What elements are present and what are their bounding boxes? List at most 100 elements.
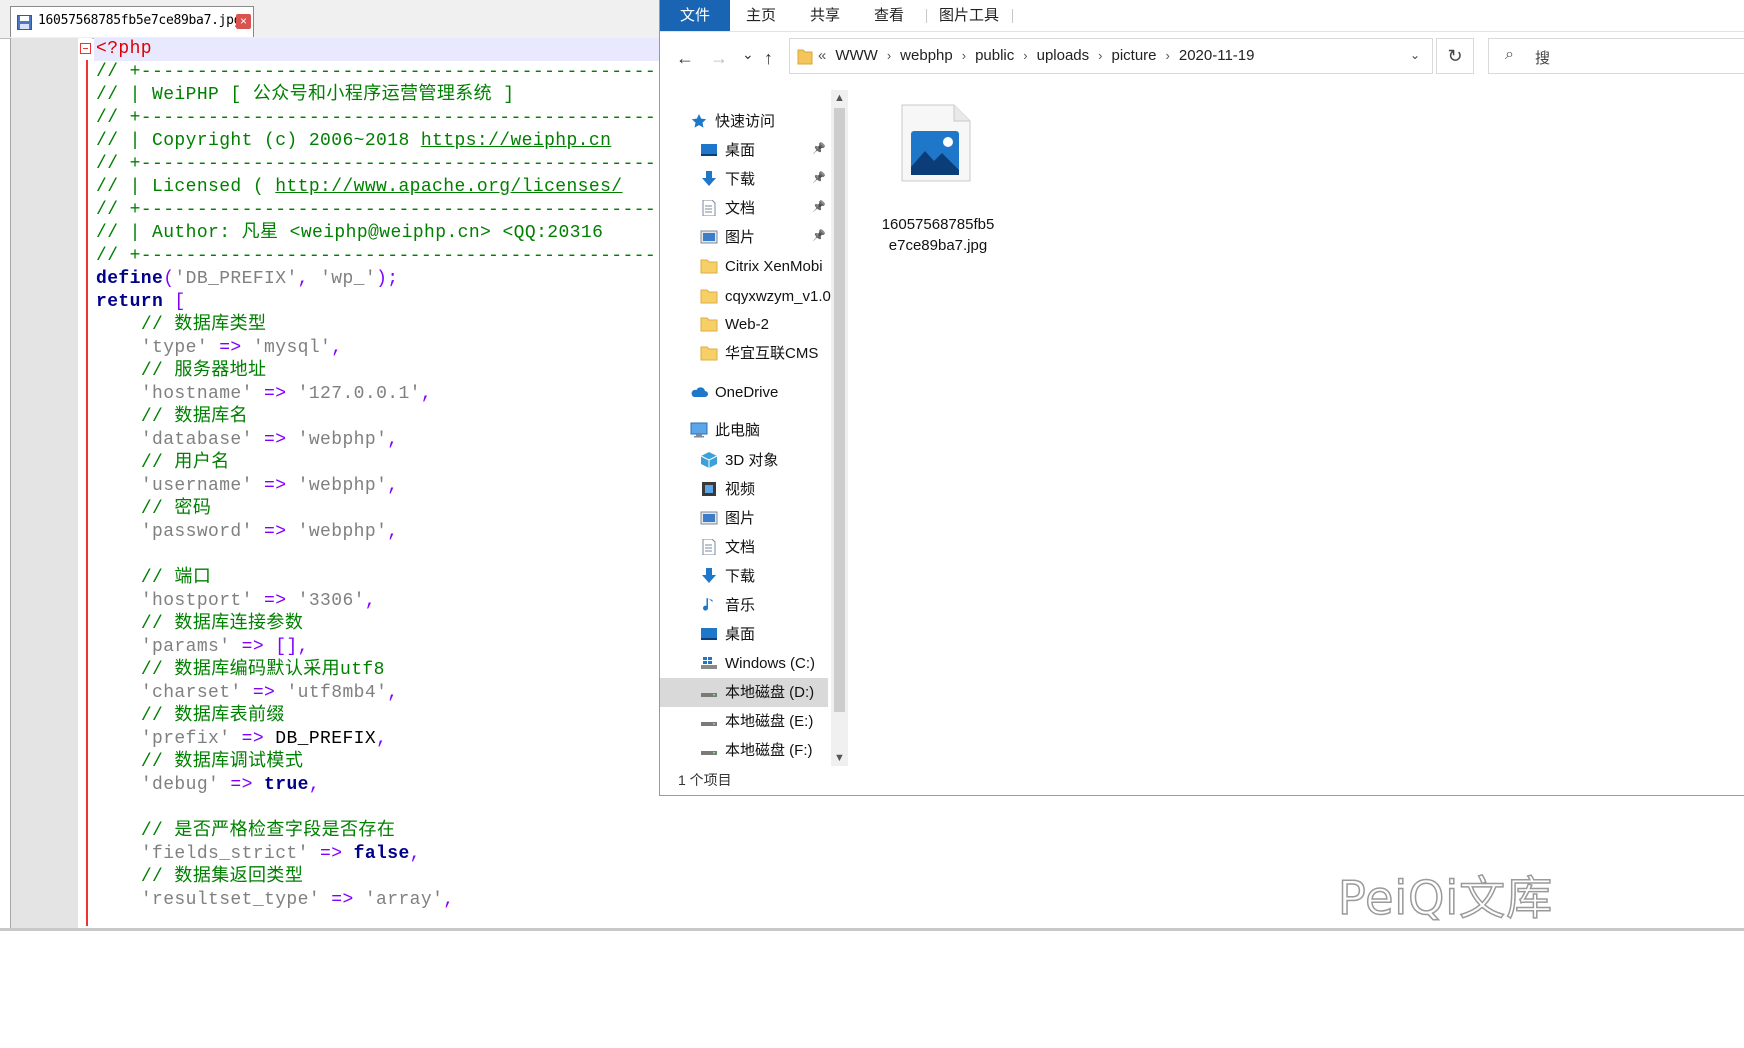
scroll-down-icon[interactable]: ▼ — [834, 752, 845, 764]
breadcrumb-item[interactable]: webphp — [900, 47, 953, 64]
nav-item[interactable]: 此电脑 — [660, 416, 828, 445]
code-text: // | WeiPHP [ 公众号和小程序运营管理系统 ] — [96, 84, 514, 107]
breadcrumb-item[interactable]: public — [975, 47, 1014, 64]
nav-item[interactable]: 下载 📌 — [660, 165, 828, 194]
nav-item[interactable]: cqyxwzym_v1.0 — [660, 282, 831, 311]
scrollbar-thumb[interactable] — [834, 108, 845, 712]
code-line[interactable]: 34 — [94, 797, 1744, 820]
refresh-icon[interactable]: ↻ — [1436, 38, 1474, 74]
ribbon-tab-file[interactable]: 文件 — [660, 0, 730, 31]
code-token: 'database' — [140, 430, 253, 450]
document-icon — [700, 199, 718, 217]
navigation-pane-scrollbar[interactable]: ▲ ▼ — [831, 90, 848, 766]
code-token: , — [331, 338, 343, 358]
file-item[interactable]: 16057568785fb5e7ce89ba7.jpg — [878, 100, 998, 260]
code-token: , — [297, 269, 321, 289]
code-text: return [ — [96, 291, 186, 314]
code-token: <?php — [96, 39, 153, 59]
ribbon-tab-view[interactable]: 查看 — [860, 0, 918, 31]
breadcrumb-item[interactable]: uploads — [1037, 47, 1090, 64]
code-token: // 密码 — [140, 499, 212, 519]
code-token: , — [387, 683, 399, 703]
code-token: => — [241, 683, 287, 703]
address-dropdown-chevron-icon[interactable]: ⌄ — [1410, 48, 1420, 62]
nav-item[interactable]: OneDrive — [660, 378, 828, 407]
code-token: , — [387, 522, 399, 542]
address-bar[interactable]: « WWW › webphp › public › uploads › picture › 2020-… — [789, 38, 1433, 74]
breadcrumb: « WWW › webphp › public › uploads › picture › 2020-… — [818, 39, 1255, 73]
nav-item-label: Windows (C:) — [725, 655, 816, 672]
nav-item-label: 华宜互联CMS — [725, 345, 819, 362]
ribbon-separator — [926, 9, 927, 23]
fold-line — [86, 60, 88, 926]
star-icon — [690, 113, 708, 129]
code-text: // 数据库名 — [96, 406, 248, 429]
code-token: 'mysql' — [252, 338, 332, 358]
close-tab-icon[interactable]: × — [236, 14, 251, 29]
nav-item[interactable]: 图片 📌 — [660, 223, 828, 252]
nav-item[interactable]: 桌面 — [660, 620, 828, 649]
code-token: => — [219, 775, 265, 795]
nav-item[interactable]: 桌面 📌 — [660, 136, 828, 165]
back-arrow-icon[interactable]: ← — [676, 48, 694, 68]
nav-item[interactable]: Windows (C:) — [660, 649, 828, 678]
nav-item[interactable]: 华宜互联CMS — [660, 339, 828, 368]
nav-item[interactable]: 图片 — [660, 504, 828, 533]
editor-tab-title: 16057568785fb5e7ce89ba7.jpg — [38, 13, 242, 28]
code-token: , — [443, 890, 455, 910]
breadcrumb-chevron-icon[interactable]: › — [887, 48, 891, 63]
scroll-up-icon[interactable]: ▲ — [834, 92, 845, 104]
breadcrumb-chevron-icon[interactable]: › — [1166, 48, 1170, 63]
ribbon-tab-picture-tools[interactable]: 图片工具 — [932, 0, 1006, 31]
breadcrumb-chevron-icon[interactable]: › — [1023, 48, 1027, 63]
floppy-save-icon — [17, 15, 32, 30]
nav-item[interactable]: Web-2 — [660, 310, 828, 339]
code-token: 'charset' — [140, 683, 242, 703]
nav-item[interactable]: 文档 📌 — [660, 194, 828, 223]
nav-item[interactable]: 本地磁盘 (D:) — [660, 678, 828, 707]
nav-item[interactable]: 本地磁盘 (E:) — [660, 707, 828, 736]
nav-item[interactable]: 快速访问 — [660, 107, 828, 136]
code-text: // | Author: 凡星 <weiphp@weiphp.cn> <QQ:2… — [96, 222, 603, 245]
forward-arrow-icon[interactable]: → — [710, 48, 728, 68]
code-token: // 用户名 — [140, 453, 230, 473]
breadcrumb-chevron-icon[interactable]: › — [962, 48, 966, 63]
status-item-count: 1 个项目 — [678, 772, 732, 788]
nav-item[interactable]: 本地磁盘 (F:) — [660, 736, 828, 765]
code-token: , — [387, 476, 399, 496]
folder-icon — [700, 316, 718, 332]
breadcrumb-item[interactable]: 2020-11-19 — [1179, 47, 1255, 64]
nav-item[interactable]: 视频 — [660, 475, 828, 504]
nav-item[interactable]: 3D 对象 — [660, 446, 828, 475]
code-token: http://www.apache.org/licenses/ — [275, 177, 623, 197]
recent-locations-chevron-icon[interactable]: ⌄ — [742, 44, 754, 64]
code-line[interactable]: 35 // 是否严格检查字段是否存在 — [94, 820, 1744, 843]
nav-item[interactable]: 音乐 — [660, 591, 828, 620]
nav-item-label: 3D 对象 — [725, 452, 779, 469]
up-arrow-icon[interactable]: ↑ — [764, 48, 773, 68]
code-token: // | Licensed ( — [96, 177, 276, 197]
code-token: => — [252, 591, 298, 611]
fold-collapse-icon[interactable] — [80, 43, 91, 54]
code-text: 'username' => 'webphp', — [96, 475, 398, 498]
nav-item[interactable]: 下载 — [660, 562, 828, 591]
breadcrumb-chevron-icon[interactable]: › — [1098, 48, 1102, 63]
editor-bottom-area — [0, 931, 1744, 1048]
drive-icon — [700, 742, 718, 758]
code-token: // 数据库名 — [140, 407, 249, 427]
search-box[interactable]: ⌕ 搜 — [1488, 38, 1744, 74]
nav-item[interactable]: 文档 — [660, 533, 828, 562]
code-token: // 数据库编码默认采用utf8 — [140, 660, 385, 680]
ribbon-tab-share[interactable]: 共享 — [796, 0, 854, 31]
ribbon-tab-home[interactable]: 主页 — [732, 0, 790, 31]
nav-item[interactable]: Citrix XenMobi — [660, 252, 828, 281]
breadcrumb-item[interactable]: WWW — [835, 47, 877, 64]
code-token: => — [308, 844, 354, 864]
breadcrumb-overflow-icon[interactable]: « — [818, 47, 826, 64]
editor-tab[interactable]: 16057568785fb5e7ce89ba7.jpg × — [10, 6, 254, 37]
cube-icon — [700, 452, 718, 468]
breadcrumb-item[interactable]: picture — [1112, 47, 1157, 64]
